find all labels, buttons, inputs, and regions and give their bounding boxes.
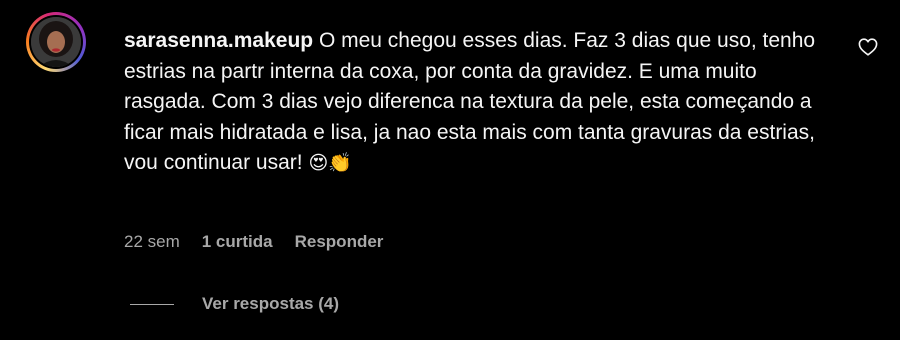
comment-username[interactable]: sarasenna.makeup — [124, 29, 313, 52]
comment-body: sarasenna.makeup O meu chegou esses dias… — [124, 26, 824, 180]
heart-outline-icon[interactable] — [858, 38, 878, 56]
replies-divider — [130, 303, 174, 305]
avatar-photo — [31, 17, 81, 67]
avatar-story-ring[interactable] — [26, 12, 86, 72]
avatar — [31, 17, 81, 67]
view-replies-button[interactable]: Ver respostas (4) — [202, 294, 339, 314]
likes-count[interactable]: 1 curtida — [202, 232, 273, 252]
view-replies[interactable]: Ver respostas (4) — [130, 294, 339, 314]
comment: sarasenna.makeup O meu chegou esses dias… — [0, 0, 900, 340]
reply-button[interactable]: Responder — [295, 232, 384, 252]
comment-emojis: 😍👏 — [308, 153, 352, 174]
comment-time[interactable]: 22 sem — [124, 232, 180, 252]
comment-meta: 22 sem 1 curtida Responder — [124, 232, 383, 252]
